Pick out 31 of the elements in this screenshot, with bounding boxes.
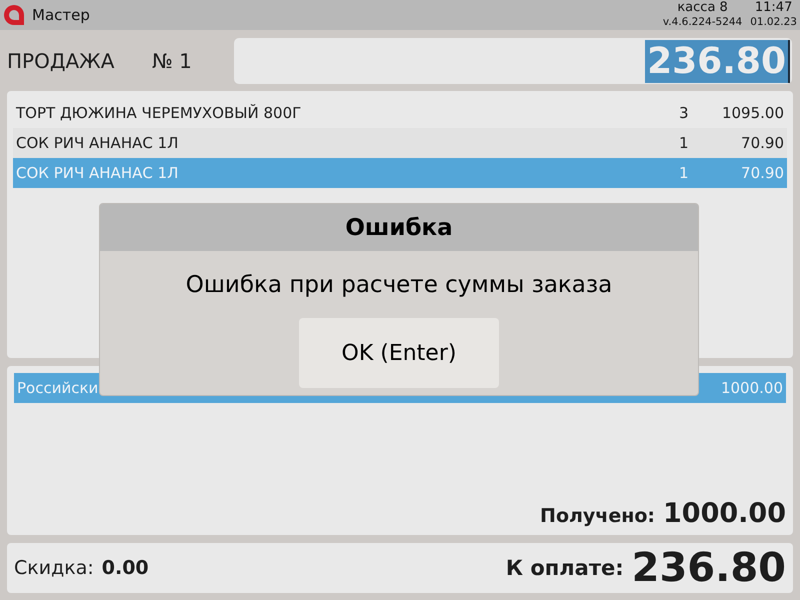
item-name: СОК РИЧ АНАНАС 1Л bbox=[16, 134, 180, 152]
amount-due-label: К оплате: bbox=[506, 556, 624, 580]
sale-label: ПРОДАЖА bbox=[7, 49, 116, 73]
item-quantity: 3 bbox=[679, 104, 690, 122]
item-quantity: 1 bbox=[679, 134, 690, 152]
sale-number: № 1 bbox=[152, 49, 193, 73]
item-sum: 70.90 bbox=[740, 164, 784, 182]
version-label: v.4.6.224-5244 bbox=[662, 15, 742, 29]
item-sum: 70.90 bbox=[740, 134, 784, 152]
item-sum: 1095.00 bbox=[720, 104, 784, 122]
dialog-message: Ошибка при расчете суммы заказа bbox=[186, 272, 612, 298]
discount-value: 0.00 bbox=[102, 557, 149, 579]
time-label: 11:47 bbox=[754, 1, 792, 15]
app-title: Мастер bbox=[32, 6, 90, 24]
amount-due-value: 236.80 bbox=[632, 545, 786, 591]
total-amount: 236.80 bbox=[645, 40, 790, 82]
item-name: ТОРТ ДЮЖИНА ЧЕРЕМУХОВЫЙ 800Г bbox=[16, 104, 302, 122]
dialog-title: Ошибка bbox=[345, 214, 453, 240]
date-label: 01.02.23 bbox=[750, 15, 797, 29]
item-quantity: 1 bbox=[679, 164, 690, 182]
register-label: касса 8 bbox=[677, 1, 728, 15]
item-row[interactable]: СОК РИЧ АНАНАС 1Л 1 70.90 bbox=[13, 128, 787, 158]
discount-label: Скидка: bbox=[14, 557, 94, 579]
ok-button[interactable]: OK (Enter) bbox=[299, 318, 499, 388]
payment-amount: 1000.00 bbox=[720, 379, 783, 397]
received-label: Получено: bbox=[540, 505, 656, 527]
logo-icon bbox=[4, 5, 24, 25]
item-row[interactable]: ТОРТ ДЮЖИНА ЧЕРЕМУХОВЫЙ 800Г 3 1095.00 bbox=[13, 98, 787, 128]
received-value: 1000.00 bbox=[663, 498, 786, 529]
payment-name: Российски bbox=[17, 379, 100, 397]
item-name: СОК РИЧ АНАНАС 1Л bbox=[16, 164, 180, 182]
